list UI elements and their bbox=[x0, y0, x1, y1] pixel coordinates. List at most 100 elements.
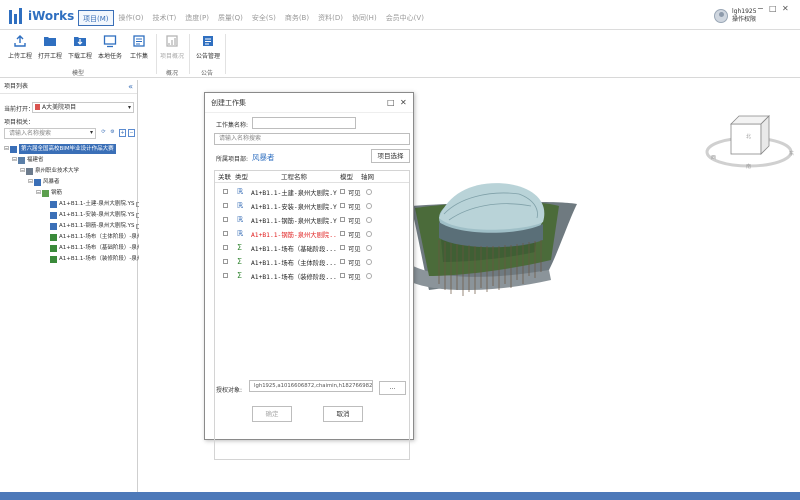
auth-select-button[interactable]: ... bbox=[379, 381, 406, 395]
avatar[interactable] bbox=[714, 9, 728, 23]
link-checkbox[interactable] bbox=[223, 273, 228, 278]
grid-radio[interactable] bbox=[366, 245, 372, 251]
model-visible-checkbox[interactable] bbox=[340, 231, 345, 236]
menu-item-4[interactable]: 质量(Q) bbox=[214, 10, 247, 26]
col-grid[interactable]: 轴网 bbox=[361, 171, 374, 183]
expand-icon[interactable]: + bbox=[119, 129, 126, 137]
tree-node[interactable]: A1+B1.1-安装-泉州大剧院.YS bbox=[44, 210, 142, 220]
project-overview-button[interactable]: 项目概况 bbox=[157, 34, 187, 60]
maximize-icon[interactable]: □ bbox=[387, 98, 395, 107]
open-project-button[interactable]: 打开工程 bbox=[35, 34, 65, 60]
tree-node-label: 泉州职业技术大学 bbox=[35, 168, 80, 174]
maximize-button[interactable]: □ bbox=[769, 4, 777, 13]
menu-item-5[interactable]: 安全(S) bbox=[248, 10, 280, 26]
model-visible-checkbox[interactable] bbox=[340, 189, 345, 194]
project-file-icon bbox=[50, 244, 57, 252]
workset-name-input[interactable] bbox=[252, 117, 356, 129]
link-checkbox[interactable] bbox=[223, 231, 228, 236]
download-project-button[interactable]: 下载工程 bbox=[65, 34, 95, 60]
compass-label[interactable]: 西 bbox=[711, 154, 716, 161]
link-checkbox[interactable] bbox=[223, 245, 228, 250]
link-checkbox[interactable] bbox=[223, 189, 228, 194]
model-visible-checkbox[interactable] bbox=[340, 203, 345, 208]
model-visible-checkbox[interactable] bbox=[340, 245, 345, 250]
grid-radio[interactable] bbox=[366, 203, 372, 209]
tree-node[interactable]: A1+B1.1-场布（主体阶段）-泉州 bbox=[44, 232, 150, 242]
tree-node-label: A1+B1.1-场布（装修阶段）-泉州 bbox=[59, 256, 143, 262]
col-type[interactable]: 类型 bbox=[235, 171, 248, 183]
workset-icon bbox=[132, 34, 146, 48]
grid-radio[interactable] bbox=[366, 231, 372, 237]
menu-item-7[interactable]: 资料(D) bbox=[314, 10, 347, 26]
table-row[interactable]: Σ A1+B1.1-场布（装修阶段... 可见 bbox=[215, 269, 409, 283]
workset-button[interactable]: 工作集 bbox=[124, 34, 154, 60]
grid-radio[interactable] bbox=[366, 189, 372, 195]
table-row[interactable]: ℝ A1+B1.1-钢筋-泉州大剧院... 可见 bbox=[215, 227, 409, 241]
minimize-button[interactable]: − bbox=[757, 4, 764, 13]
col-name[interactable]: 工程名称 bbox=[281, 171, 307, 183]
app-title: iWorks bbox=[28, 9, 75, 23]
menu-item-6[interactable]: 商务(B) bbox=[281, 10, 313, 26]
current-project-select[interactable]: A大美院项目 ▾ bbox=[32, 102, 134, 113]
tree-node[interactable]: ⊟ 风暴者 bbox=[28, 177, 60, 187]
tree-node[interactable]: A1+B1.1-土建-泉州大剧院.YS bbox=[44, 199, 142, 209]
col-link[interactable]: 关联 bbox=[218, 171, 231, 183]
menu-item-8[interactable]: 协同(H) bbox=[348, 10, 381, 26]
menu-item-1[interactable]: 操作(O) bbox=[115, 10, 148, 26]
model-visible-label: 可见 bbox=[348, 246, 361, 253]
compass-label[interactable]: 北 bbox=[746, 133, 751, 140]
compass-label[interactable]: 南 bbox=[746, 163, 751, 170]
collapse-icon[interactable]: « bbox=[128, 80, 133, 94]
table-row[interactable]: ℝ A1+B1.1-安装-泉州大剧院.YS 可见 bbox=[215, 199, 409, 213]
project-file-icon bbox=[50, 211, 57, 219]
table-row[interactable]: Σ A1+B1.1-场布（基础阶段... 可见 bbox=[215, 241, 409, 255]
model-visible-checkbox[interactable] bbox=[340, 259, 345, 264]
menu-item-9[interactable]: 会员中心(V) bbox=[382, 10, 428, 26]
search-input[interactable]: 请输入名称搜索 bbox=[214, 133, 410, 145]
menu-item-2[interactable]: 技术(T) bbox=[149, 10, 181, 26]
link-checkbox[interactable] bbox=[223, 259, 228, 264]
menu-item-3[interactable]: 造度(P) bbox=[181, 10, 213, 26]
model-visible-label: 可见 bbox=[348, 232, 361, 239]
grid-radio[interactable] bbox=[366, 273, 372, 279]
tree-search-input[interactable]: 请输入名称搜索 bbox=[4, 128, 96, 139]
tree-node[interactable]: A1+B1.1-钢筋-泉州大剧院.YS bbox=[44, 221, 142, 231]
settings-icon[interactable]: ⚙ bbox=[109, 129, 116, 137]
table-row[interactable]: Σ A1+B1.1-场布（主体阶段... 可见 bbox=[215, 255, 409, 269]
close-icon[interactable]: ✕ bbox=[400, 98, 407, 107]
collapse-all-icon[interactable]: − bbox=[128, 129, 135, 137]
auth-input[interactable]: lgh1925,a1016606872,chaimin,h1827669829,… bbox=[249, 380, 373, 392]
project-select-button[interactable]: 项目选择 bbox=[371, 149, 410, 163]
project-name: A1+B1.1-钢筋-泉州大剧院.YS bbox=[251, 218, 337, 225]
model-visible-checkbox[interactable] bbox=[340, 273, 345, 278]
announcement-button[interactable]: 公告管理 bbox=[193, 34, 223, 60]
tree-node[interactable]: A1+B1.1-场布（基础阶段）-泉州 bbox=[44, 243, 150, 253]
tree-node[interactable]: ⊟ 钢筋 bbox=[36, 188, 62, 198]
grid-radio[interactable] bbox=[366, 259, 372, 265]
user-area[interactable]: lgh1925 操作权限 bbox=[714, 8, 757, 24]
table-row[interactable]: ℝ A1+B1.1-钢筋-泉州大剧院.YS 可见 bbox=[215, 213, 409, 227]
close-button[interactable]: ✕ bbox=[782, 4, 789, 13]
user-permission[interactable]: 操作权限 bbox=[732, 16, 757, 24]
tree-node[interactable]: ⊟ 福建省 bbox=[12, 155, 44, 165]
chevron-down-icon[interactable]: ▾ bbox=[90, 129, 93, 136]
table-row[interactable]: ℝ A1+B1.1-土建-泉州大剧院.YS 可见 bbox=[215, 185, 409, 199]
link-checkbox[interactable] bbox=[223, 217, 228, 222]
menu-item-0[interactable]: 项目(M) bbox=[78, 10, 114, 26]
panel-title: 项目列表 bbox=[4, 83, 29, 90]
download-icon bbox=[73, 34, 87, 48]
tree-node[interactable]: ⊟ 第六届全国高校BIM毕业设计作品大赛 bbox=[4, 144, 116, 154]
tree-node[interactable]: ⊟ 泉州职业技术大学 bbox=[20, 166, 79, 176]
compass-label[interactable]: 东 bbox=[789, 150, 794, 157]
tree-node[interactable]: A1+B1.1-场布（装修阶段）-泉州 bbox=[44, 254, 150, 264]
model-visible-label: 可见 bbox=[348, 204, 361, 211]
confirm-button[interactable]: 确定 bbox=[252, 406, 292, 422]
link-checkbox[interactable] bbox=[223, 203, 228, 208]
cancel-button[interactable]: 取消 bbox=[323, 406, 363, 422]
upload-project-button[interactable]: 上传工程 bbox=[5, 34, 35, 60]
col-model[interactable]: 模型 bbox=[340, 171, 353, 183]
local-task-button[interactable]: 本地任务 bbox=[95, 34, 125, 60]
grid-radio[interactable] bbox=[366, 217, 372, 223]
model-visible-checkbox[interactable] bbox=[340, 217, 345, 222]
refresh-icon[interactable]: ⟳ bbox=[100, 129, 107, 137]
